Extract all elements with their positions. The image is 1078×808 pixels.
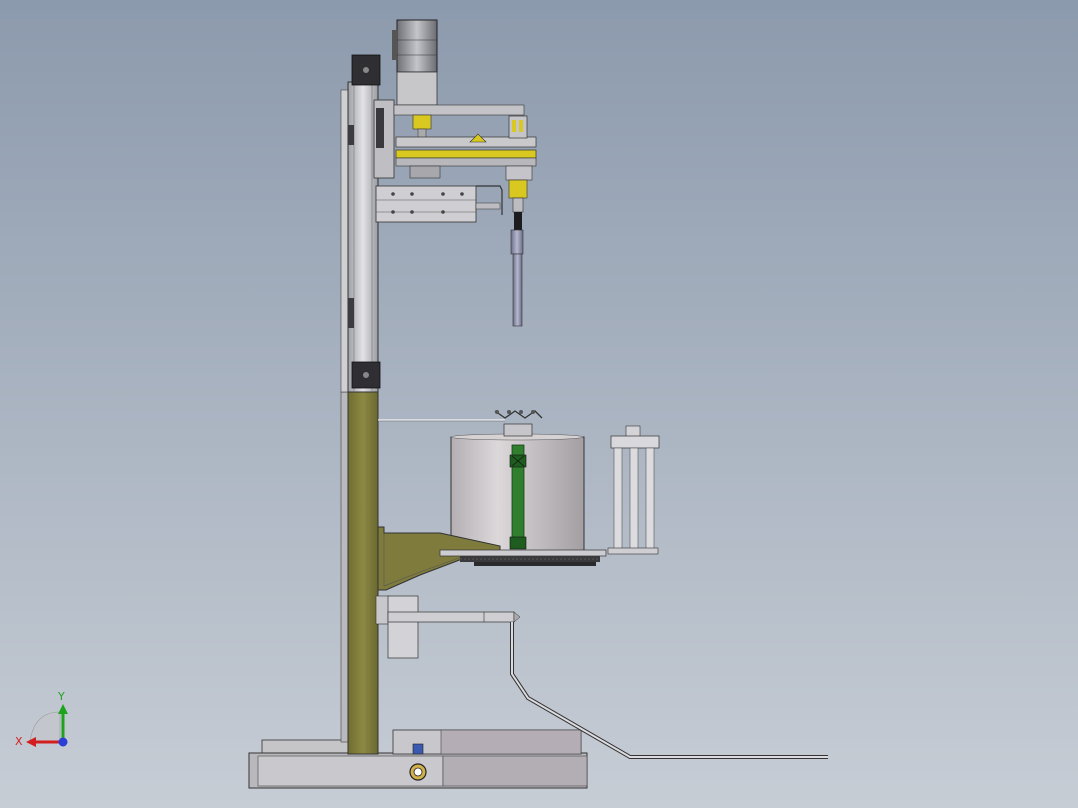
column-lower [340, 391, 379, 755]
lower-cylinder [375, 595, 521, 659]
agitator-shaft [509, 444, 527, 550]
cad-viewport[interactable]: Y X [0, 0, 1078, 808]
support-wire [378, 419, 505, 422]
spindle-head [505, 115, 533, 230]
drum-platform [439, 549, 607, 566]
filter-rack [607, 425, 660, 555]
agitator-top-clamp [494, 410, 543, 437]
servo-motor [392, 19, 438, 106]
spindle-rod [510, 229, 524, 327]
x-axis-label: X [15, 735, 23, 748]
z-axis-dot [58, 737, 68, 747]
horizontal-slide [375, 185, 503, 223]
motor-coupling [412, 114, 432, 140]
coordinate-triad: Y X [15, 690, 68, 748]
vertical-rail [340, 81, 379, 393]
y-axis-arrowhead [58, 704, 68, 714]
machine-drawing: Y X [15, 19, 828, 789]
y-axis-label: Y [57, 690, 65, 703]
